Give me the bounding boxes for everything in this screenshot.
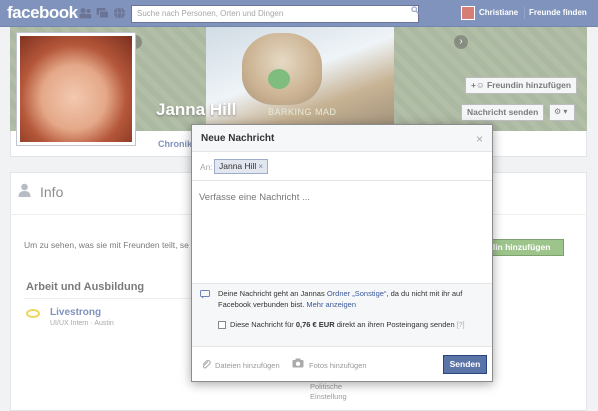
dialog-title: Neue Nachricht xyxy=(201,133,275,144)
message-info-icon xyxy=(200,290,210,299)
checkbox-part-1: Diese Nachricht für xyxy=(230,320,296,329)
profile-picture[interactable] xyxy=(16,32,136,146)
new-message-dialog: Neue Nachricht × An: Janna Hill × Verfass… xyxy=(191,124,493,382)
profile-photo xyxy=(20,36,132,142)
other-folder-link[interactable]: Ordner „Sonstige“ xyxy=(327,289,387,298)
checkbox-part-2: direkt an ihren Posteingang senden xyxy=(334,320,455,329)
checkbox-help-link[interactable]: [?] xyxy=(457,322,465,329)
checkbox-price: 0,76 € EUR xyxy=(295,320,335,329)
paid-inbox-label: Diese Nachricht für 0,76 € EUR direkt an… xyxy=(230,320,465,329)
paid-inbox-checkbox[interactable] xyxy=(218,321,226,329)
notice-part-1: Deine Nachricht geht an Jannas xyxy=(218,289,327,298)
recipient-name: Janna Hill xyxy=(219,161,257,171)
close-icon[interactable]: × xyxy=(476,132,483,146)
dialog-header: Neue Nachricht × xyxy=(192,125,492,152)
notice-text: Deine Nachricht geht an Jannas Ordner „S… xyxy=(218,288,486,310)
to-label: An: xyxy=(200,162,213,172)
remove-recipient-icon[interactable]: × xyxy=(258,162,263,171)
recipient-token[interactable]: Janna Hill × xyxy=(214,159,268,174)
add-photos-link[interactable]: Fotos hinzufügen xyxy=(309,361,367,370)
recipient-row[interactable]: An: Janna Hill × xyxy=(192,153,492,181)
camera-icon[interactable] xyxy=(292,358,304,368)
message-placeholder: Verfasse eine Nachricht ... xyxy=(199,192,310,203)
paperclip-icon[interactable] xyxy=(201,359,211,369)
learn-more-link[interactable]: Mehr anzeigen xyxy=(306,300,356,309)
send-button[interactable]: Senden xyxy=(443,355,487,374)
add-files-link[interactable]: Dateien hinzufügen xyxy=(215,361,280,370)
